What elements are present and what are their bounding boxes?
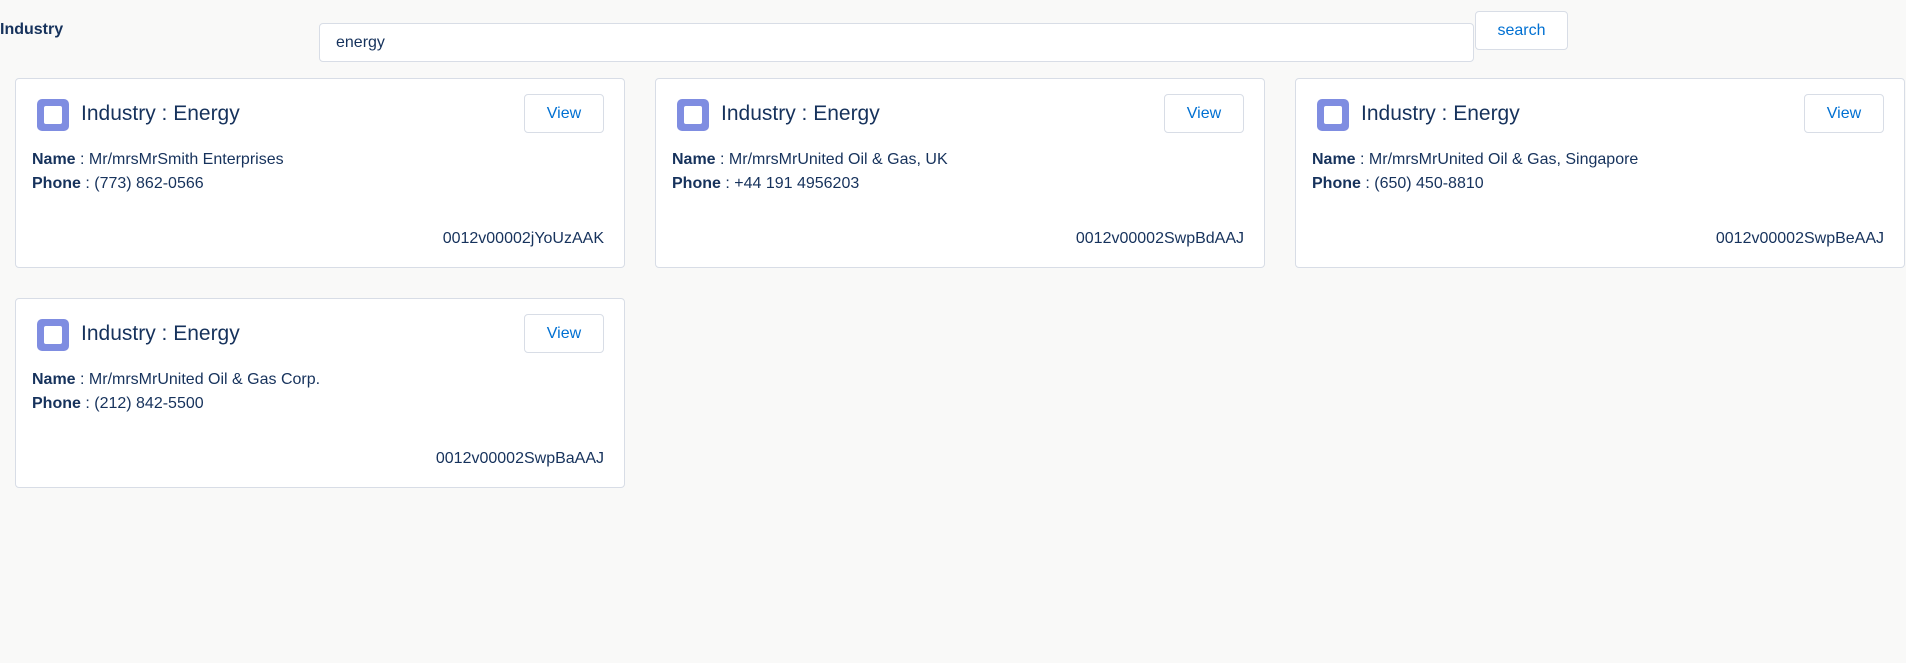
separator: : <box>80 175 95 192</box>
record-id: 0012v00002SwpBeAAJ <box>1715 230 1884 247</box>
view-button[interactable]: View <box>524 314 604 353</box>
card-title: Industry : Energy <box>1361 102 1520 125</box>
account-card: Industry : Energy View Name : Mr/mrsMrUn… <box>15 298 625 488</box>
name-field: Name : Mr/mrsMrSmith Enterprises <box>32 151 284 169</box>
name-value: Mr/mrsMrUnited Oil & Gas Corp. <box>88 371 321 388</box>
phone-key: Phone <box>32 395 81 412</box>
name-field: Name : Mr/mrsMrUnited Oil & Gas, Singapo… <box>1312 151 1638 169</box>
view-button[interactable]: View <box>1804 94 1884 133</box>
record-id: 0012v00002SwpBdAAJ <box>1075 230 1244 247</box>
record-id: 0012v00002jYoUzAAK <box>442 230 604 247</box>
phone-field: Phone : +44 191 4956203 <box>672 175 859 193</box>
account-icon <box>37 319 69 351</box>
name-field: Name : Mr/mrsMrUnited Oil & Gas Corp. <box>32 371 320 389</box>
account-icon <box>1317 99 1349 131</box>
account-card: Industry : Energy View Name : Mr/mrsMrSm… <box>15 78 625 268</box>
card-title: Industry : Energy <box>81 102 240 125</box>
name-field: Name : Mr/mrsMrUnited Oil & Gas, UK <box>672 151 948 169</box>
record-id: 0012v00002SwpBaAAJ <box>435 450 604 467</box>
name-value: Mr/mrsMrUnited Oil & Gas, UK <box>728 151 948 168</box>
separator: : <box>80 395 95 412</box>
card-title: Industry : Energy <box>721 102 880 125</box>
account-card: Industry : Energy View Name : Mr/mrsMrUn… <box>1295 78 1905 268</box>
account-icon <box>677 99 709 131</box>
card-title: Industry : Energy <box>81 322 240 345</box>
separator: : <box>75 151 89 168</box>
account-card: Industry : Energy View Name : Mr/mrsMrUn… <box>655 78 1265 268</box>
view-button[interactable]: View <box>1164 94 1244 133</box>
search-bar: Industry search <box>0 0 1906 70</box>
phone-value: (650) 450-8810 <box>1374 175 1484 192</box>
search-button[interactable]: search <box>1475 11 1568 50</box>
phone-field: Phone : (773) 862-0566 <box>32 175 204 193</box>
phone-value: +44 191 4956203 <box>734 175 860 192</box>
name-key: Name <box>32 151 76 168</box>
separator: : <box>1360 175 1375 192</box>
view-button[interactable]: View <box>524 94 604 133</box>
name-key: Name <box>1312 151 1356 168</box>
phone-key: Phone <box>672 175 721 192</box>
separator: : <box>720 175 735 192</box>
phone-field: Phone : (212) 842-5500 <box>32 395 204 413</box>
industry-label: Industry <box>0 21 64 38</box>
name-key: Name <box>672 151 716 168</box>
phone-value: (773) 862-0566 <box>94 175 204 192</box>
phone-field: Phone : (650) 450-8810 <box>1312 175 1484 193</box>
account-icon <box>37 99 69 131</box>
separator: : <box>715 151 729 168</box>
name-key: Name <box>32 371 76 388</box>
name-value: Mr/mrsMrSmith Enterprises <box>88 151 284 168</box>
phone-key: Phone <box>32 175 81 192</box>
separator: : <box>1355 151 1369 168</box>
phone-key: Phone <box>1312 175 1361 192</box>
phone-value: (212) 842-5500 <box>94 395 204 412</box>
name-value: Mr/mrsMrUnited Oil & Gas, Singapore <box>1368 151 1639 168</box>
search-input[interactable] <box>319 23 1474 62</box>
separator: : <box>75 371 89 388</box>
